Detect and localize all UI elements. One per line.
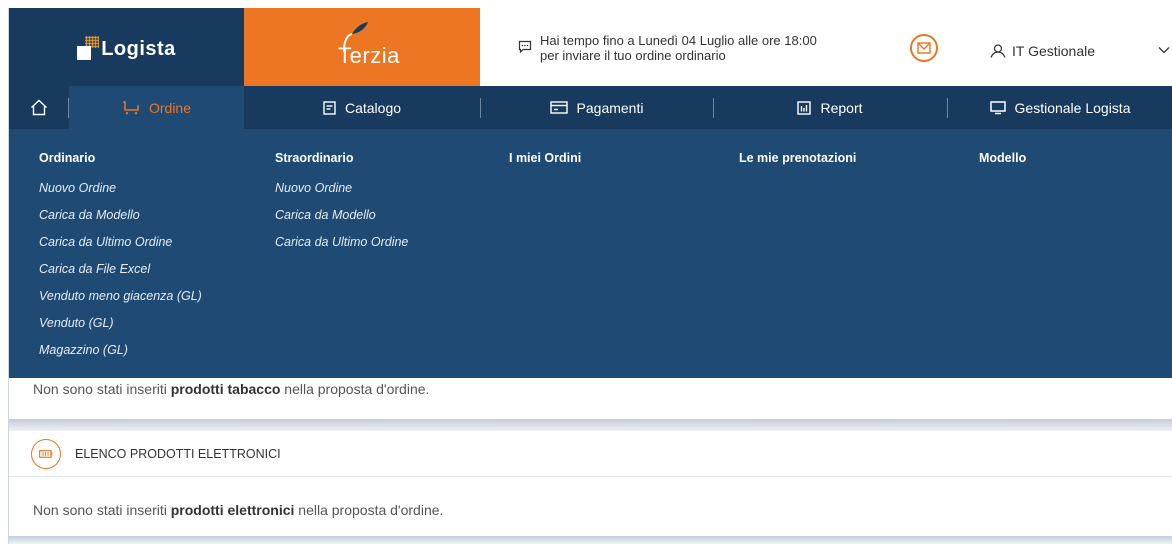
menu-link[interactable]: Venduto meno giacenza (GL) [39, 289, 202, 316]
menu-column-ordinario: Ordinario Nuovo Ordine Carica da Modello… [39, 151, 202, 370]
nav-ordine[interactable]: Ordine [69, 86, 244, 129]
deadline-message: Hai tempo fino a Lunedì 04 Luglio alle o… [540, 33, 880, 63]
message-bold: prodotti tabacco [170, 381, 281, 397]
empty-elettronici-message: Non sono stati inseriti prodotti elettro… [33, 502, 443, 518]
nav-pagamenti-label: Pagamenti [576, 99, 644, 116]
logista-logo-mark [77, 36, 100, 62]
menu-link[interactable]: Carica da Ultimo Ordine [39, 235, 202, 262]
document-icon [323, 100, 336, 115]
nav-report-label: Report [820, 99, 863, 116]
menu-link[interactable]: Magazzino (GL) [39, 343, 202, 370]
menu-heading-modello[interactable]: Modello [979, 151, 1026, 165]
deadline-line-2: per inviare il tuo ordine ordinario [540, 48, 726, 63]
app-frame: Logista Terzia Hai tempo fino a Lunedì 0… [8, 8, 1172, 544]
chevron-down-icon[interactable] [1158, 46, 1170, 54]
nav-catalogo[interactable]: Catalogo [244, 86, 480, 129]
card-icon [549, 101, 568, 114]
menu-column-prenotazioni: Le mie prenotazioni [739, 151, 856, 181]
leaf-icon [343, 22, 368, 53]
main-nav: Ordine Catalogo Pagamenti Report Gestion… [9, 86, 1172, 129]
menu-link[interactable]: Venduto (GL) [39, 316, 202, 343]
menu-heading-miei-ordini[interactable]: I miei Ordini [509, 151, 581, 165]
battery-badge [31, 439, 61, 469]
message-text: Non sono stati inseriti [33, 502, 171, 518]
order-content: Non sono stati inseriti prodotti tabacco… [9, 378, 1172, 544]
menu-link[interactable]: Carica da Modello [275, 208, 408, 235]
message-text: Non sono stati inseriti [33, 381, 171, 397]
message-bold: prodotti elettronici [170, 502, 295, 518]
monitor-icon [989, 100, 1006, 114]
deadline-line-1: Hai tempo fino a Lunedì 04 Luglio alle o… [540, 33, 817, 48]
user-name: IT Gestionale [1012, 43, 1096, 59]
ordine-mega-menu: Ordinario Nuovo Ordine Carica da Modello… [9, 129, 1172, 378]
nav-ordine-label: Ordine [148, 99, 192, 116]
mail-button[interactable] [910, 34, 938, 62]
menu-link[interactable]: Nuovo Ordine [275, 181, 408, 208]
elettronici-section-header: ELENCO PRODOTTI ELETTRONICI [9, 431, 1172, 477]
menu-link[interactable]: Nuovo Ordine [39, 181, 202, 208]
top-bar: Logista Terzia Hai tempo fino a Lunedì 0… [9, 8, 1172, 86]
logista-logo[interactable]: Logista [9, 8, 244, 86]
menu-column-modello: Modello [979, 151, 1026, 181]
user-icon [990, 44, 1006, 58]
logista-logo-text: Logista [101, 37, 176, 60]
nav-pagamenti[interactable]: Pagamenti [480, 86, 713, 129]
section-divider [9, 419, 1172, 431]
cart-icon [122, 100, 139, 114]
deadline-notice: Hai tempo fino a Lunedì 04 Luglio alle o… [480, 8, 950, 86]
menu-heading-ordinario: Ordinario [39, 151, 96, 165]
nav-report[interactable]: Report [713, 86, 947, 129]
menu-link[interactable]: Carica da File Excel [39, 262, 202, 289]
battery-icon [39, 450, 53, 458]
nav-gestionale-logista[interactable]: Gestionale Logista [947, 86, 1172, 129]
section-title: ELENCO PRODOTTI ELETTRONICI [75, 447, 281, 461]
terzia-logo[interactable]: Terzia [244, 8, 480, 86]
message-text: nella proposta d'ordine. [294, 502, 444, 518]
empty-tabacco-message: Non sono stati inseriti prodotti tabacco… [33, 381, 429, 397]
chat-icon [518, 40, 532, 54]
menu-column-miei-ordini: I miei Ordini [509, 151, 581, 181]
menu-column-straordinario: Straordinario Nuovo Ordine Carica da Mod… [275, 151, 408, 262]
menu-link[interactable]: Carica da Ultimo Ordine [275, 235, 408, 262]
chart-icon [797, 100, 812, 115]
message-text: nella proposta d'ordine. [280, 381, 430, 397]
menu-link[interactable]: Carica da Modello [39, 208, 202, 235]
envelope-icon [917, 42, 931, 54]
nav-gestionale-logista-label: Gestionale Logista [1014, 99, 1131, 116]
menu-heading-straordinario: Straordinario [275, 151, 354, 165]
user-menu[interactable]: IT Gestionale [980, 8, 1172, 86]
nav-catalogo-label: Catalogo [344, 99, 402, 116]
home-button[interactable] [9, 86, 69, 129]
menu-heading-prenotazioni[interactable]: Le mie prenotazioni [739, 151, 856, 165]
home-icon [31, 99, 47, 116]
section-divider [9, 536, 1172, 544]
